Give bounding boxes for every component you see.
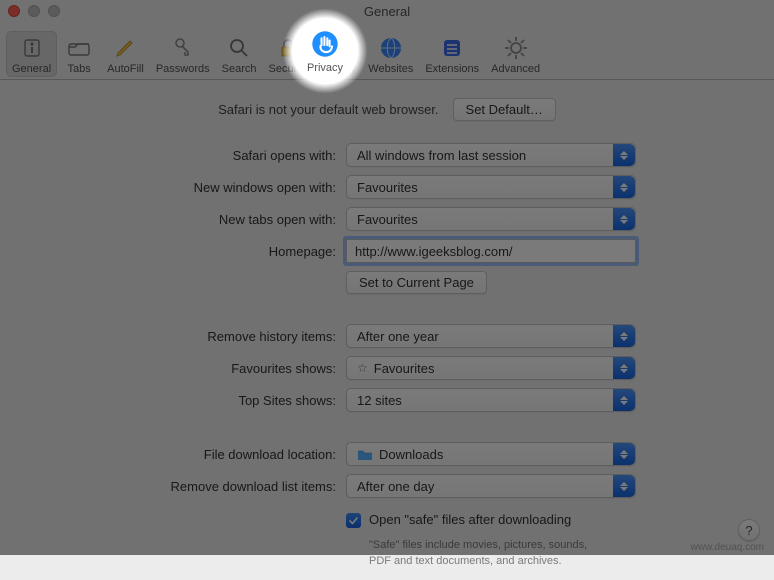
tab-general[interactable]: General bbox=[6, 31, 57, 77]
puzzle-icon bbox=[439, 35, 465, 61]
label-remove-history: Remove history items: bbox=[16, 329, 336, 344]
tab-advanced[interactable]: Advanced bbox=[485, 31, 546, 77]
globe-icon bbox=[378, 35, 404, 61]
select-remove-history[interactable]: After one year bbox=[346, 324, 636, 348]
set-current-page-button[interactable]: Set to Current Page bbox=[346, 271, 487, 294]
settings-form: Safari opens with: All windows from last… bbox=[16, 143, 758, 570]
safe-files-label: Open "safe" files after downloading bbox=[369, 512, 571, 527]
select-value: Favourites bbox=[357, 212, 418, 227]
tab-label: Tabs bbox=[68, 63, 91, 75]
tab-search[interactable]: Search bbox=[216, 31, 263, 77]
tab-passwords[interactable]: Passwords bbox=[150, 31, 216, 77]
label-new-windows: New windows open with: bbox=[16, 180, 336, 195]
select-new-windows[interactable]: Favourites bbox=[346, 175, 636, 199]
help-button[interactable]: ? bbox=[738, 519, 760, 541]
select-download-loc[interactable]: Downloads bbox=[346, 442, 636, 466]
select-value: Favourites bbox=[357, 180, 418, 195]
tab-label: Advanced bbox=[491, 63, 540, 75]
toolbar: General Tabs AutoFill Passwords bbox=[0, 22, 774, 80]
select-value: After one day bbox=[357, 479, 434, 494]
select-value: All windows from last session bbox=[357, 148, 526, 163]
select-remove-downloads[interactable]: After one day bbox=[346, 474, 636, 498]
default-browser-row: Safari is not your default web browser. … bbox=[16, 98, 758, 121]
select-new-tabs[interactable]: Favourites bbox=[346, 207, 636, 231]
tab-label: Search bbox=[222, 63, 257, 75]
preferences-window: General General Tabs AutoFill bbox=[0, 0, 774, 555]
pencil-icon bbox=[112, 35, 138, 61]
label-homepage: Homepage: bbox=[16, 244, 336, 259]
chevron-up-down-icon bbox=[613, 443, 635, 465]
key-icon bbox=[170, 35, 196, 61]
tab-label: Privacy bbox=[320, 63, 356, 75]
set-default-button[interactable]: Set Default… bbox=[453, 98, 556, 121]
select-value: 12 sites bbox=[357, 393, 402, 408]
tab-tabs[interactable]: Tabs bbox=[57, 31, 101, 77]
select-fav-shows[interactable]: ☆ Favourites bbox=[346, 356, 636, 380]
tab-extensions[interactable]: Extensions bbox=[419, 31, 485, 77]
label-fav-shows: Favourites shows: bbox=[16, 361, 336, 376]
tab-security[interactable]: Security bbox=[262, 31, 314, 77]
select-value: After one year bbox=[357, 329, 439, 344]
safe-files-row: Open "safe" files after downloading bbox=[346, 512, 646, 528]
star-icon: ☆ bbox=[357, 361, 368, 375]
label-download-loc: File download location: bbox=[16, 447, 336, 462]
label-new-tabs: New tabs open with: bbox=[16, 212, 336, 227]
select-value: Downloads bbox=[379, 447, 443, 462]
switch-icon bbox=[19, 35, 45, 61]
hand-icon bbox=[325, 35, 351, 61]
folder-icon bbox=[357, 448, 373, 460]
tab-label: Passwords bbox=[156, 63, 210, 75]
label-remove-downloads: Remove download list items: bbox=[16, 479, 336, 494]
select-topsites[interactable]: 12 sites bbox=[346, 388, 636, 412]
tab-label: Websites bbox=[368, 63, 413, 75]
tab-label: General bbox=[12, 63, 51, 75]
chevron-up-down-icon bbox=[613, 208, 635, 230]
window-title: General bbox=[0, 4, 774, 19]
search-icon bbox=[226, 35, 252, 61]
titlebar: General bbox=[0, 0, 774, 22]
chevron-up-down-icon bbox=[613, 144, 635, 166]
tab-autofill[interactable]: AutoFill bbox=[101, 31, 150, 77]
tab-label: Extensions bbox=[425, 63, 479, 75]
tab-label: AutoFill bbox=[107, 63, 144, 75]
select-value: Favourites bbox=[374, 361, 435, 376]
label-topsites: Top Sites shows: bbox=[16, 393, 336, 408]
select-opens-with[interactable]: All windows from last session bbox=[346, 143, 636, 167]
content-area: Safari is not your default web browser. … bbox=[0, 80, 774, 580]
chevron-up-down-icon bbox=[613, 389, 635, 411]
watermark: www.deuaq.com bbox=[691, 542, 764, 553]
lock-icon bbox=[275, 35, 301, 61]
chevron-up-down-icon bbox=[613, 176, 635, 198]
tab-websites[interactable]: Websites bbox=[362, 31, 419, 77]
tab-label: Security bbox=[268, 63, 308, 75]
chevron-up-down-icon bbox=[613, 325, 635, 347]
safe-files-checkbox[interactable] bbox=[346, 513, 361, 528]
tab-privacy[interactable]: Privacy bbox=[314, 31, 362, 77]
homepage-input[interactable] bbox=[346, 239, 636, 263]
chevron-up-down-icon bbox=[613, 475, 635, 497]
chevron-up-down-icon bbox=[613, 357, 635, 379]
safe-files-desc: "Safe" files include movies, pictures, s… bbox=[346, 538, 606, 570]
gear-icon bbox=[503, 35, 529, 61]
label-opens-with: Safari opens with: bbox=[16, 148, 336, 163]
tabs-icon bbox=[66, 35, 92, 61]
default-browser-text: Safari is not your default web browser. bbox=[218, 102, 438, 117]
